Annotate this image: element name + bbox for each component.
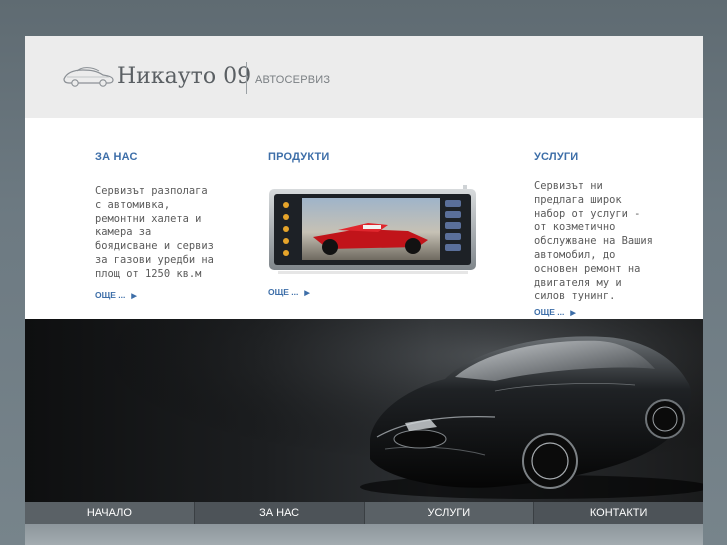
nav-item-contacts[interactable]: КОНТАКТИ	[534, 502, 703, 524]
hero-banner	[25, 319, 703, 502]
car-logo-icon[interactable]	[61, 62, 115, 88]
services-text: Сервизът ни предлага широк набор от услу…	[534, 180, 653, 303]
about-more-link[interactable]: ОЩЕ ... ▶	[95, 290, 137, 300]
main-navigation: НАЧАЛО ЗА НАС УСЛУГИ КОНТАКТИ	[25, 502, 703, 524]
arrow-right-icon: ▶	[131, 293, 137, 300]
about-title: ЗА НАС	[95, 151, 138, 163]
nav-item-about[interactable]: ЗА НАС	[195, 502, 365, 524]
more-label: ОЩЕ ...	[534, 307, 565, 317]
nav-item-services[interactable]: УСЛУГИ	[364, 502, 535, 524]
about-text: Сервизът разполага с автомивка, ремонтни…	[95, 185, 214, 280]
products-more-link[interactable]: ОЩЕ ... ▶	[268, 287, 310, 297]
services-title: УСЛУГИ	[534, 151, 579, 163]
arrow-right-icon: ▶	[304, 290, 310, 297]
car-multimedia-player-image[interactable]	[268, 185, 478, 275]
nav-item-home[interactable]: НАЧАЛО	[25, 502, 195, 524]
page-container: Никауто 09 АВТОСЕРВИЗ ЗА НАС Сервизът ра…	[25, 36, 703, 545]
black-sports-car-image	[25, 319, 703, 502]
brand-name[interactable]: Никауто 09	[117, 64, 251, 89]
arrow-right-icon: ▶	[570, 310, 576, 317]
more-label: ОЩЕ ...	[268, 287, 299, 297]
logo-divider	[246, 62, 247, 94]
services-more-link[interactable]: ОЩЕ ... ▶	[534, 307, 576, 317]
more-label: ОЩЕ ...	[95, 290, 126, 300]
brand-subtitle: АВТОСЕРВИЗ	[255, 74, 331, 86]
footer-strip	[25, 524, 703, 545]
products-title: ПРОДУКТИ	[268, 151, 330, 163]
site-header: Никауто 09 АВТОСЕРВИЗ	[25, 36, 703, 118]
